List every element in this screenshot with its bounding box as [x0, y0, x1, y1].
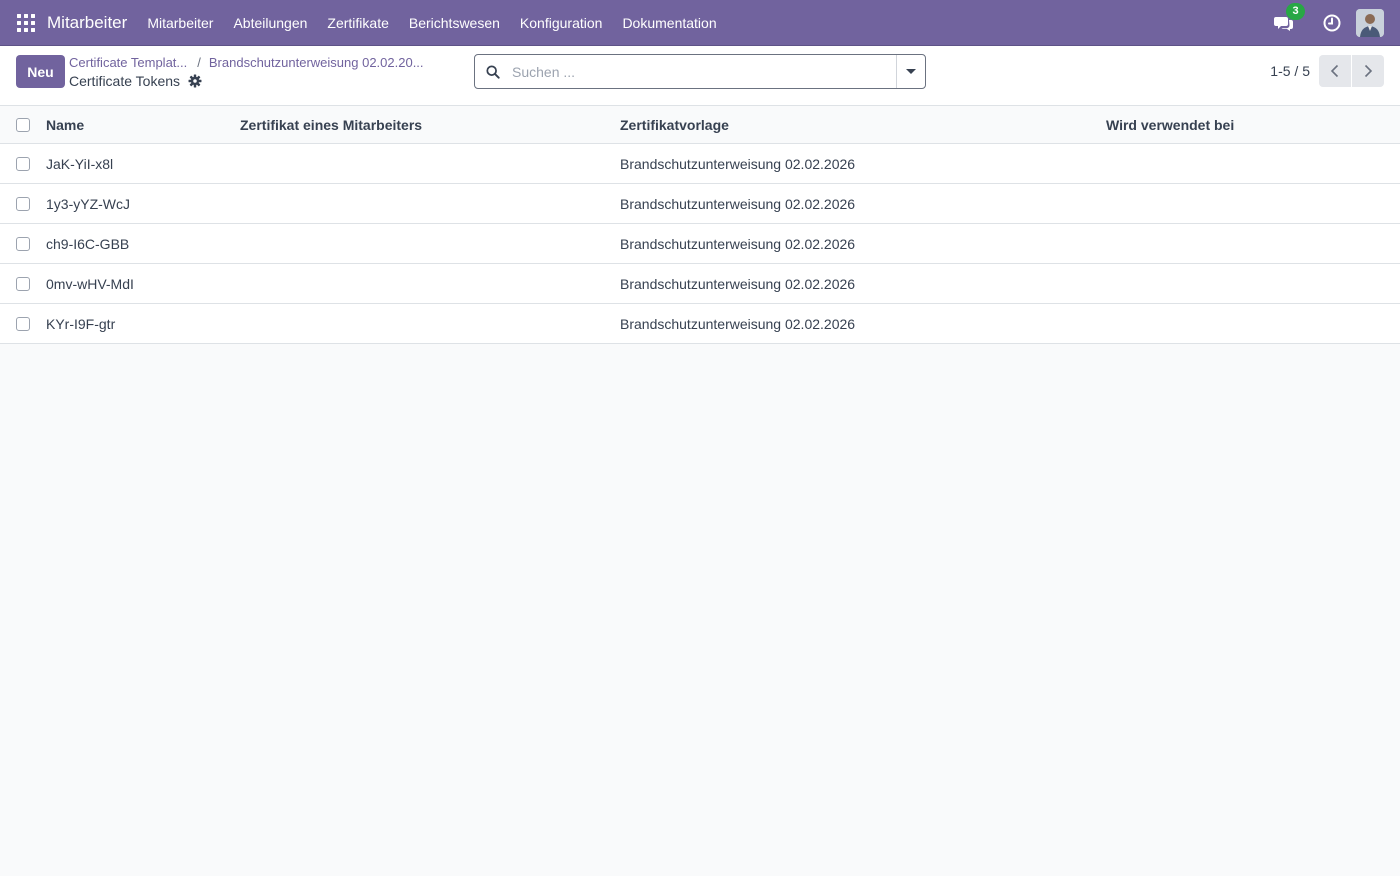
navbar-systray: 3: [1274, 0, 1400, 46]
row-checkbox[interactable]: [16, 316, 30, 331]
table-row[interactable]: KYr-I9F-gtr Brandschutzunterweisung 02.0…: [0, 304, 1400, 344]
menu-item-berichtswesen[interactable]: Berichtswesen: [399, 15, 510, 31]
row-checkbox[interactable]: [16, 276, 30, 291]
top-navbar: Mitarbeiter Mitarbeiter Abteilungen Zert…: [0, 0, 1400, 46]
search-box: [474, 54, 926, 89]
certificate-tokens-table: Name Zertifikat eines Mitarbeiters Zerti…: [0, 106, 1400, 344]
cell-name[interactable]: KYr-I9F-gtr: [46, 304, 115, 343]
new-button[interactable]: Neu: [16, 55, 65, 88]
cell-name[interactable]: 0mv-wHV-MdI: [46, 264, 134, 303]
row-checkbox[interactable]: [16, 236, 30, 251]
row-checkbox[interactable]: [16, 196, 30, 211]
row-checkbox[interactable]: [16, 156, 30, 171]
user-avatar[interactable]: [1356, 9, 1384, 37]
select-all-cell: [16, 106, 30, 143]
pager-next-button[interactable]: [1352, 55, 1384, 87]
page-title-row: Certificate Tokens: [69, 73, 202, 89]
messages-count-badge: 3: [1286, 3, 1305, 20]
column-header-used-by[interactable]: Wird verwendet bei: [1106, 106, 1234, 143]
chevron-right-icon: [1364, 64, 1373, 78]
control-panel: Neu Certificate Templat... / Brandschutz…: [0, 46, 1400, 106]
cell-name[interactable]: ch9-I6C-GBB: [46, 224, 129, 263]
activity-clock-icon[interactable]: [1322, 13, 1342, 33]
select-all-checkbox[interactable]: [16, 117, 30, 132]
main-menu: Mitarbeiter Abteilungen Zertifikate Beri…: [137, 15, 726, 31]
pager-previous-button[interactable]: [1319, 55, 1351, 87]
table-row[interactable]: JaK-YiI-x8l Brandschutzunterweisung 02.0…: [0, 144, 1400, 184]
cell-certificate-template[interactable]: Brandschutzunterweisung 02.02.2026: [620, 264, 855, 303]
cell-certificate-template[interactable]: Brandschutzunterweisung 02.02.2026: [620, 304, 855, 343]
search-icon: [486, 64, 500, 79]
caret-down-icon: [906, 69, 916, 74]
chevron-left-icon: [1330, 64, 1339, 78]
menu-item-konfiguration[interactable]: Konfiguration: [510, 15, 613, 31]
menu-item-mitarbeiter[interactable]: Mitarbeiter: [137, 15, 223, 31]
app-brand[interactable]: Mitarbeiter: [47, 13, 127, 33]
pager-value[interactable]: 1-5 / 5: [1270, 63, 1310, 79]
gear-icon[interactable]: [188, 74, 202, 88]
table-row[interactable]: 0mv-wHV-MdI Brandschutzunterweisung 02.0…: [0, 264, 1400, 304]
breadcrumb: Certificate Templat... / Brandschutzunte…: [69, 55, 424, 70]
breadcrumb-separator: /: [197, 55, 201, 70]
messages-icon[interactable]: 3: [1274, 3, 1305, 33]
table-header: Name Zertifikat eines Mitarbeiters Zerti…: [0, 106, 1400, 144]
cell-certificate-template[interactable]: Brandschutzunterweisung 02.02.2026: [620, 144, 855, 183]
column-header-certificate-template[interactable]: Zertifikatvorlage: [620, 106, 729, 143]
menu-item-dokumentation[interactable]: Dokumentation: [612, 15, 726, 31]
menu-item-zertifikate[interactable]: Zertifikate: [317, 15, 398, 31]
search-options-toggle[interactable]: [896, 55, 925, 88]
page-title: Certificate Tokens: [69, 73, 181, 89]
apps-grid-icon[interactable]: [17, 13, 35, 32]
row-select-cell: [16, 144, 30, 183]
search-input[interactable]: [512, 63, 892, 80]
row-select-cell: [16, 304, 30, 343]
cell-certificate-template[interactable]: Brandschutzunterweisung 02.02.2026: [620, 224, 855, 263]
breadcrumb-brandschutzunterweisung[interactable]: Brandschutzunterweisung 02.02.20...: [209, 55, 424, 70]
cell-certificate-template[interactable]: Brandschutzunterweisung 02.02.2026: [620, 184, 855, 223]
table-row[interactable]: ch9-I6C-GBB Brandschutzunterweisung 02.0…: [0, 224, 1400, 264]
column-header-employee-certificate[interactable]: Zertifikat eines Mitarbeiters: [240, 106, 422, 143]
row-select-cell: [16, 264, 30, 303]
row-select-cell: [16, 184, 30, 223]
cell-name[interactable]: 1y3-yYZ-WcJ: [46, 184, 130, 223]
breadcrumb-certificate-template[interactable]: Certificate Templat...: [69, 55, 187, 70]
column-header-name[interactable]: Name: [46, 106, 84, 143]
row-select-cell: [16, 224, 30, 263]
table-row[interactable]: 1y3-yYZ-WcJ Brandschutzunterweisung 02.0…: [0, 184, 1400, 224]
pager: 1-5 / 5: [1270, 55, 1384, 87]
menu-item-abteilungen[interactable]: Abteilungen: [223, 15, 317, 31]
cell-name[interactable]: JaK-YiI-x8l: [46, 144, 113, 183]
